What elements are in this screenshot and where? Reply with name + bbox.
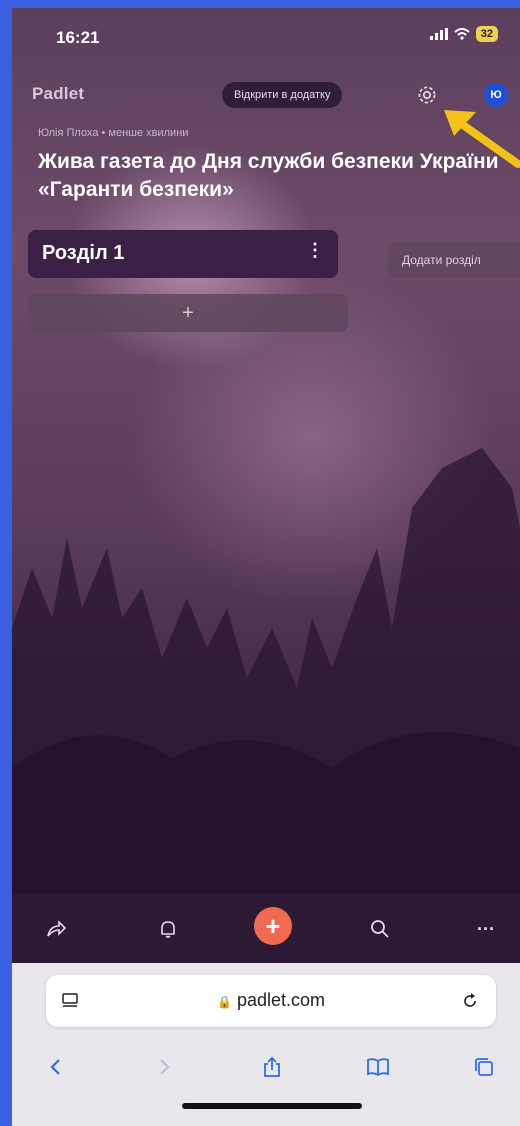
- status-icons: 32: [429, 26, 498, 42]
- search-icon[interactable]: [366, 915, 394, 943]
- lock-icon: 🔒: [216, 995, 232, 1009]
- padlet-logo[interactable]: Padlet: [32, 84, 84, 104]
- add-section-button[interactable]: Додати розділ: [388, 242, 520, 278]
- share-icon[interactable]: [42, 915, 70, 943]
- forward-icon[interactable]: [148, 1051, 180, 1083]
- bookmarks-icon[interactable]: [362, 1051, 394, 1083]
- crowd-silhouette: [12, 448, 520, 968]
- wifi-icon: [454, 28, 470, 40]
- board-meta: Юлія Плоха • менше хвилини: [38, 127, 189, 139]
- section-menu-icon[interactable]: ⋮: [306, 240, 324, 261]
- address-bar[interactable]: 🔒 padlet.com: [46, 975, 496, 1027]
- share-sheet-icon[interactable]: [256, 1051, 288, 1083]
- url-domain: padlet.com: [236, 990, 326, 1010]
- bottom-toolbar: + ···: [12, 893, 520, 963]
- url-text[interactable]: 🔒 padlet.com: [46, 990, 496, 1011]
- home-indicator: [182, 1103, 362, 1109]
- back-icon[interactable]: [40, 1051, 72, 1083]
- status-time: 16:21: [56, 28, 100, 47]
- phone-screen: 16:21 32 Padlet Відкрити в додатку Ю Юлі…: [12, 8, 520, 1126]
- browser-nav: [12, 1047, 520, 1087]
- reload-icon[interactable]: [460, 991, 480, 1011]
- section-title: Розділ 1: [42, 242, 125, 264]
- status-bar: 16:21 32: [12, 8, 520, 64]
- add-post-fab[interactable]: +: [254, 907, 292, 945]
- gear-icon[interactable]: [414, 82, 440, 108]
- more-icon[interactable]: ···: [472, 915, 500, 943]
- bell-icon[interactable]: [154, 915, 182, 943]
- add-post-button[interactable]: +: [28, 294, 348, 332]
- tabs-icon[interactable]: [468, 1051, 500, 1083]
- battery-icon: 32: [475, 26, 498, 42]
- signal-icon: [429, 28, 448, 40]
- board-title: Жива газета до Дня служби безпеки Україн…: [38, 150, 499, 201]
- section-header[interactable]: Розділ 1 ⋮: [28, 230, 338, 278]
- open-in-app-button[interactable]: Відкрити в додатку: [222, 82, 343, 108]
- safari-chrome: 🔒 padlet.com: [12, 963, 520, 1126]
